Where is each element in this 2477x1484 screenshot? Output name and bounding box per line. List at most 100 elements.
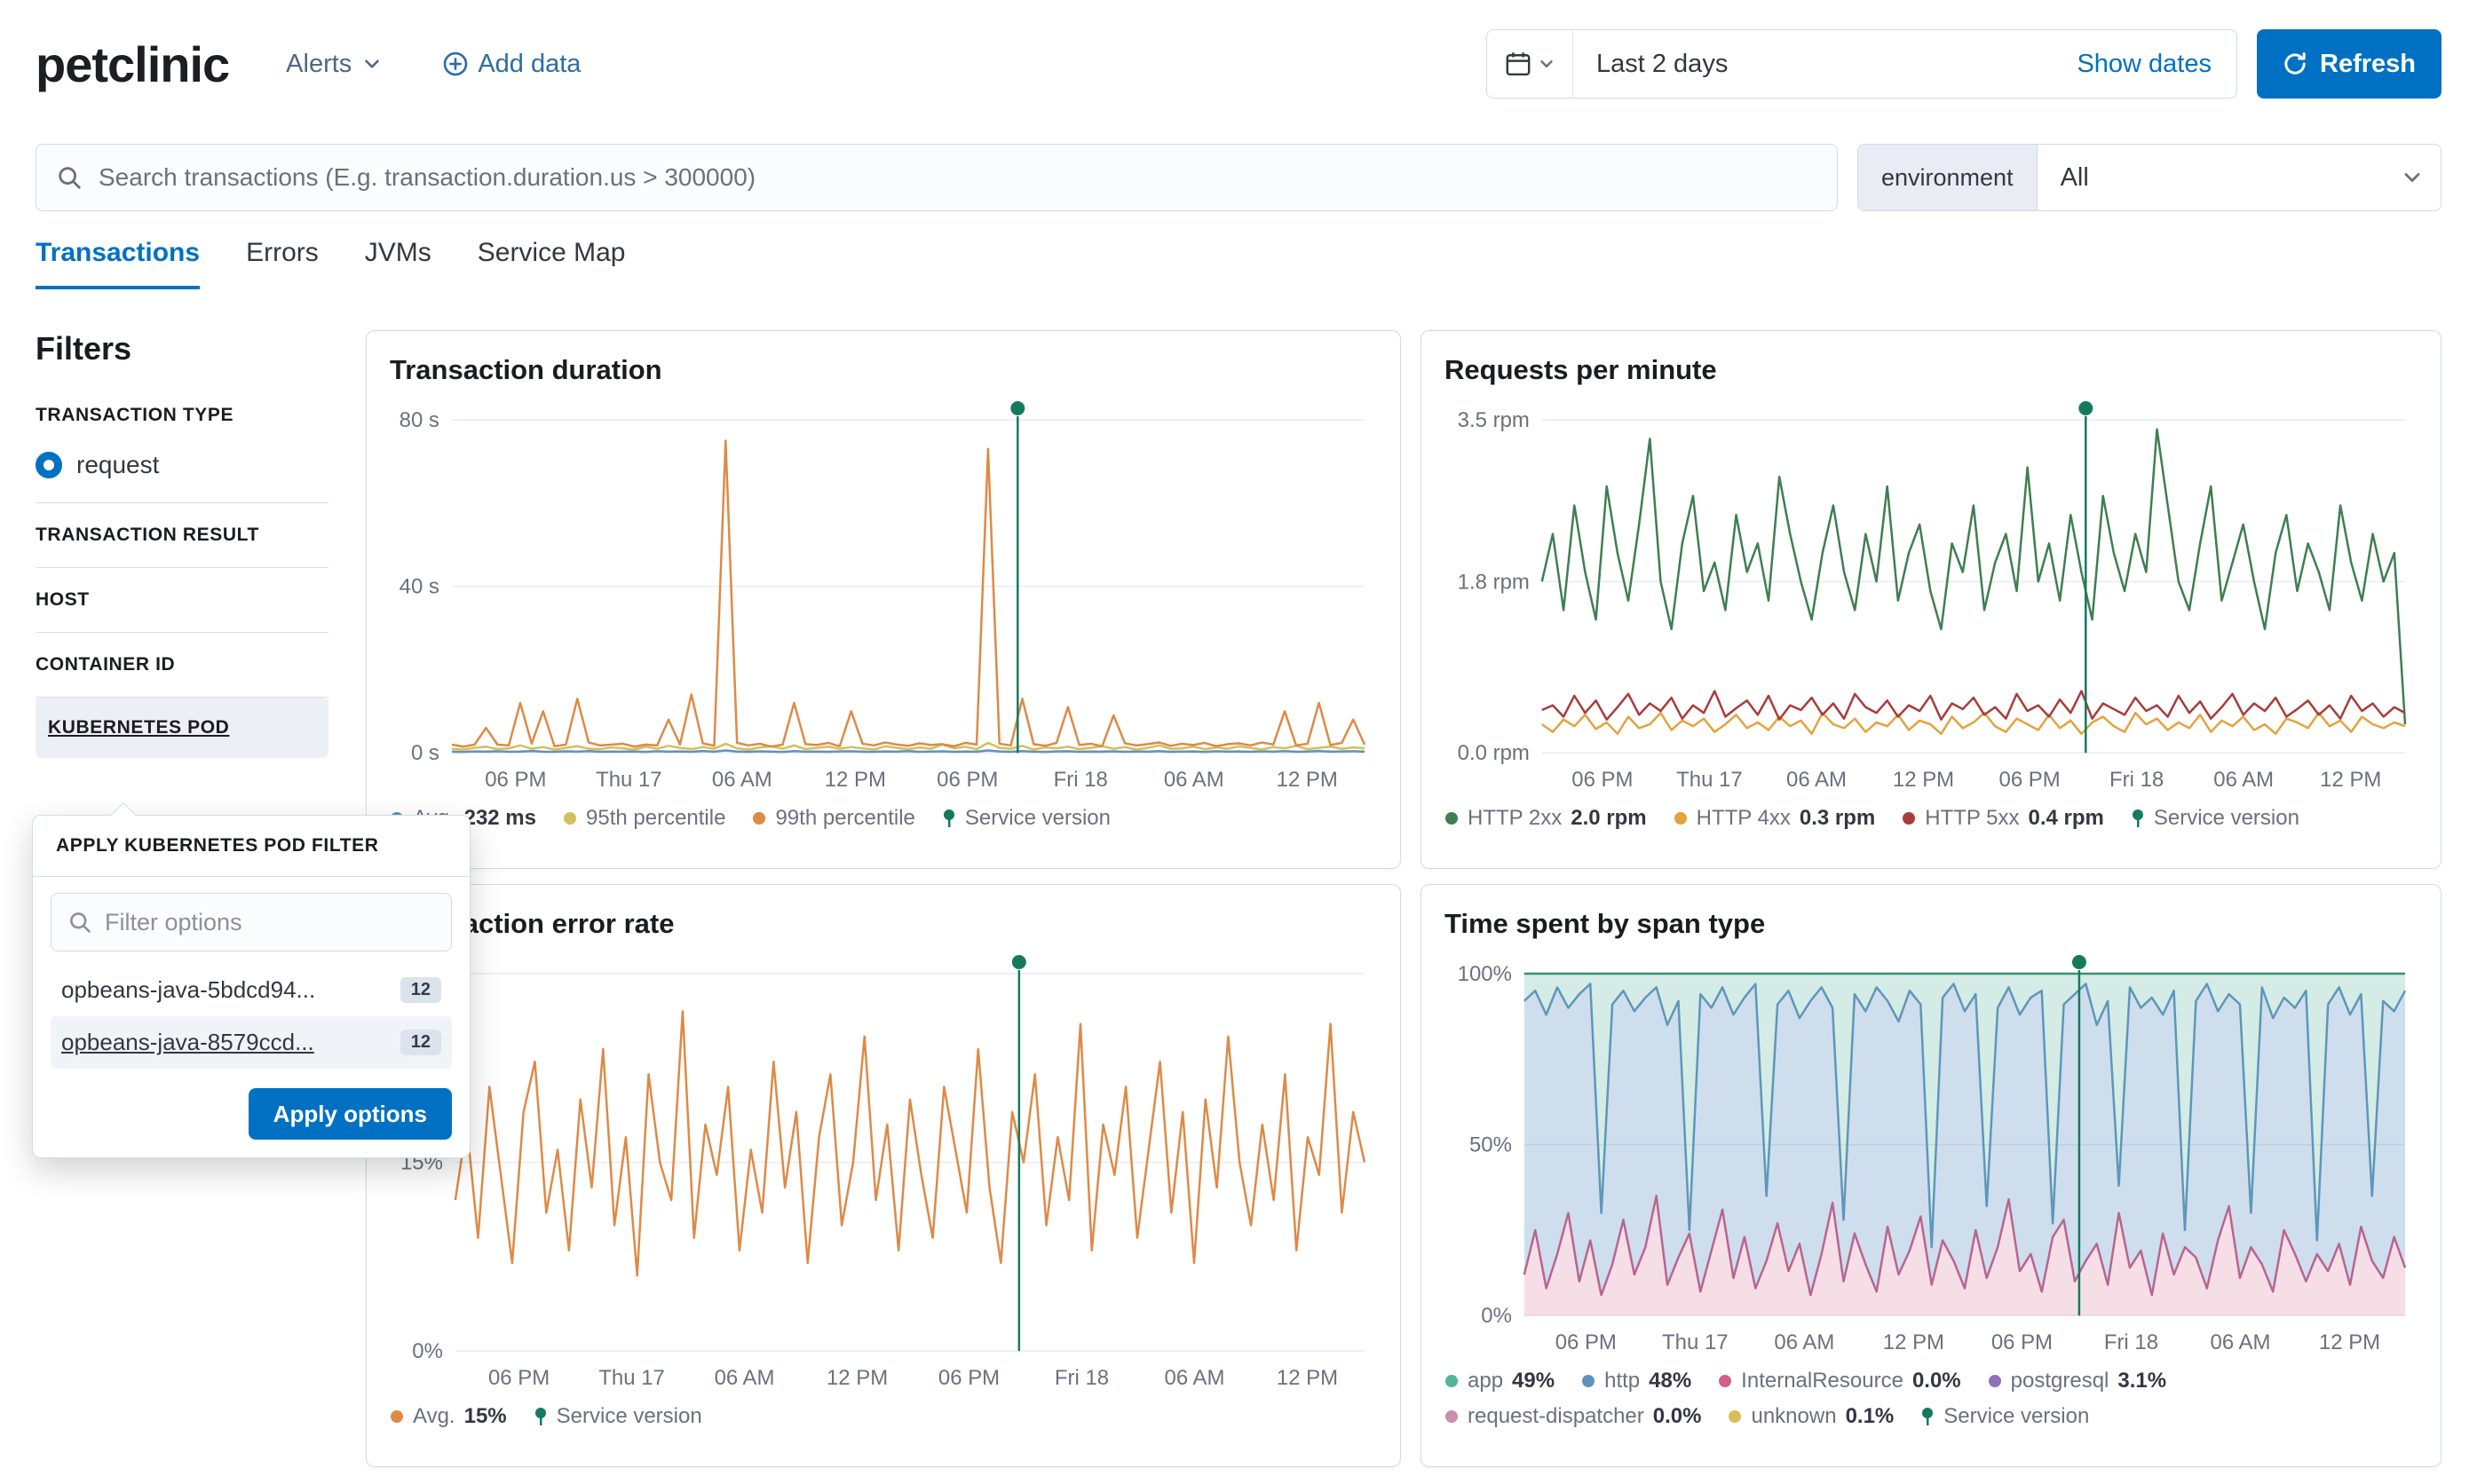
requests-per-minute-chart[interactable]: 3.5 rpm1.8 rpm0.0 rpm06 PMThu 1706 AM12 … (1444, 395, 2418, 793)
svg-text:Thu 17: Thu 17 (1676, 768, 1743, 792)
add-data-link[interactable]: Add data (442, 50, 581, 79)
svg-text:12 PM: 12 PM (2320, 768, 2381, 792)
legend-item[interactable]: InternalResource0.0% (1718, 1369, 1960, 1393)
tab-transactions[interactable]: Transactions (36, 238, 200, 289)
panel-requests-per-minute: Requests per minute 3.5 rpm1.8 rpm0.0 rp… (1421, 330, 2441, 869)
svg-text:12 PM: 12 PM (1883, 1330, 1944, 1354)
plus-circle-icon (442, 51, 469, 77)
tab-errors[interactable]: Errors (246, 238, 319, 289)
show-dates-link[interactable]: Show dates (2077, 50, 2236, 79)
legend-value: 0.1% (1846, 1404, 1895, 1429)
legend-item[interactable]: Service version (2131, 806, 2299, 831)
svg-text:12 PM: 12 PM (825, 768, 886, 792)
environment-select[interactable]: environment All (1857, 144, 2441, 211)
legend-item[interactable]: 99th percentile (752, 806, 914, 831)
pod-option-label: opbeans-java-8579ccd... (61, 1029, 314, 1056)
legend-item[interactable]: Service version (1920, 1404, 2089, 1429)
series-dot-icon (1444, 1374, 1459, 1388)
transaction-duration-legend: Avg.232 ms95th percentile99th percentile… (390, 806, 1377, 831)
legend-item[interactable]: http48% (1581, 1369, 1691, 1393)
svg-text:12 PM: 12 PM (1277, 1366, 1338, 1390)
date-range-value[interactable]: Last 2 days (1573, 50, 1728, 79)
legend-value: 232 ms (464, 806, 536, 831)
legend-item[interactable]: HTTP 2xx2.0 rpm (1444, 806, 1647, 831)
container-id-heading: CONTAINER ID (36, 654, 328, 675)
pod-option-label: opbeans-java-5bdcd94... (61, 976, 315, 1004)
filter-options-search-box (51, 893, 452, 951)
time-spent-by-span-type-chart[interactable]: 100%50%0%06 PMThu 1706 AM12 PM06 PMFri 1… (1444, 949, 2418, 1356)
quick-select-button[interactable] (1487, 30, 1573, 98)
legend-label: app (1468, 1369, 1503, 1393)
legend-label: unknown (1751, 1404, 1836, 1429)
transaction-error-rate-chart[interactable]: 30%15%0%06 PMThu 1706 AM12 PM06 PMFri 18… (390, 949, 1377, 1392)
pod-option-2[interactable]: opbeans-java-8579ccd... 12 (51, 1016, 452, 1069)
legend-item[interactable]: Service version (942, 806, 1111, 831)
popover-footer: Apply options (33, 1076, 470, 1157)
filter-section-container-id[interactable]: CONTAINER ID (36, 633, 328, 698)
filter-section-transaction-result[interactable]: TRANSACTION RESULT (36, 502, 328, 568)
svg-text:06 AM: 06 AM (1786, 768, 1847, 792)
filter-section-transaction-type: TRANSACTION TYPE request (36, 392, 328, 479)
filters-title: Filters (36, 330, 328, 367)
transaction-type-heading[interactable]: TRANSACTION TYPE (36, 405, 328, 426)
svg-text:0.0 rpm: 0.0 rpm (1458, 741, 1530, 765)
filter-section-kubernetes-pod[interactable]: KUBERNETES POD (36, 698, 328, 758)
legend-label: Service version (2154, 806, 2299, 831)
tab-jvms[interactable]: JVMs (365, 238, 431, 289)
annotation-marker-icon (942, 809, 956, 827)
add-data-label: Add data (478, 50, 581, 79)
series-dot-icon (1728, 1409, 1742, 1424)
svg-text:06 AM: 06 AM (2213, 768, 2274, 792)
svg-text:Thu 17: Thu 17 (598, 1366, 665, 1390)
legend-item[interactable]: unknown 0.1% (1728, 1404, 1894, 1429)
apply-options-button[interactable]: Apply options (249, 1088, 452, 1140)
legend-item[interactable]: app 49% (1444, 1369, 1555, 1393)
legend-item[interactable]: request-dispatcher0.0% (1444, 1404, 1701, 1429)
kubernetes-pod-filter-popover: APPLY KUBERNETES POD FILTER opbeans-java… (32, 815, 471, 1158)
legend-label: 99th percentile (775, 806, 914, 831)
filter-section-host[interactable]: HOST (36, 568, 328, 633)
svg-text:06 PM: 06 PM (1991, 1330, 2053, 1354)
svg-text:50%: 50% (1469, 1133, 1512, 1157)
transaction-duration-chart[interactable]: 80 s40 s0 s06 PMThu 1706 AM12 PM06 PMFri… (390, 395, 1377, 793)
svg-text:Fri 18: Fri 18 (2104, 1330, 2158, 1354)
search-icon (67, 910, 92, 935)
series-dot-icon (1718, 1374, 1732, 1388)
svg-text:06 PM: 06 PM (937, 768, 998, 792)
svg-text:06 AM: 06 AM (715, 1366, 775, 1390)
legend-label: postgresql (2011, 1369, 2109, 1393)
annotation-marker-icon (1920, 1408, 1935, 1425)
refresh-button[interactable]: Refresh (2257, 29, 2441, 99)
legend-item[interactable]: HTTP 4xx0.3 rpm (1674, 806, 1876, 831)
series-dot-icon (1988, 1374, 2002, 1388)
filter-options-input[interactable] (105, 909, 435, 936)
pod-option-count-badge: 12 (400, 977, 441, 1003)
legend-label: HTTP 4xx (1697, 806, 1791, 831)
date-range-picker: Last 2 days Show dates (1486, 29, 2237, 99)
legend-value: 49% (1512, 1369, 1555, 1393)
environment-label: environment (1858, 145, 2038, 210)
refresh-label: Refresh (2320, 50, 2416, 79)
series-dot-icon (563, 811, 577, 825)
charts-grid: Transaction duration 80 s40 s0 s06 PMThu… (366, 330, 2441, 1467)
alerts-menu[interactable]: Alerts (286, 50, 384, 79)
legend-item[interactable]: HTTP 5xx0.4 rpm (1902, 806, 2104, 831)
tab-service-map[interactable]: Service Map (478, 238, 626, 289)
search-input[interactable] (99, 163, 1817, 192)
legend-value: 2.0 rpm (1571, 806, 1646, 831)
svg-text:100%: 100% (1458, 962, 1512, 986)
svg-text:0 s: 0 s (411, 741, 439, 765)
svg-text:06 AM: 06 AM (1165, 1366, 1225, 1390)
svg-text:0%: 0% (412, 1339, 443, 1363)
svg-text:06 AM: 06 AM (1164, 768, 1224, 792)
legend-item[interactable]: Avg.15% (390, 1404, 507, 1429)
transaction-type-option-request[interactable]: request (36, 451, 328, 479)
legend-item[interactable]: 95th percentile (563, 806, 725, 831)
legend-label: InternalResource (1741, 1369, 1903, 1393)
apm-service-overview-page: petclinic Alerts Add data Last 2 days Sh… (0, 0, 2477, 1484)
pod-option-1[interactable]: opbeans-java-5bdcd94... 12 (51, 964, 452, 1016)
svg-text:Fri 18: Fri 18 (2109, 768, 2164, 792)
legend-item[interactable]: postgresql3.1% (1988, 1369, 2166, 1393)
panel-time-spent-by-span-type: Time spent by span type 100%50%0%06 PMTh… (1421, 884, 2441, 1467)
legend-item[interactable]: Service version (534, 1404, 702, 1429)
